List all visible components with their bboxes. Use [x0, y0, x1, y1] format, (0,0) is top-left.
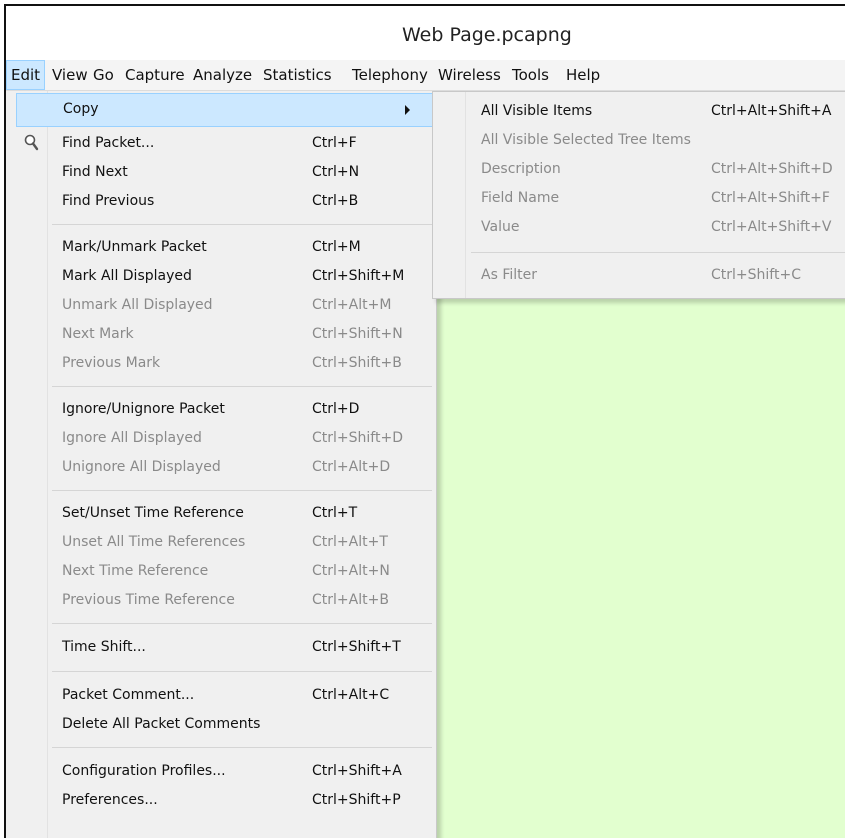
menu-item-shortcut: Ctrl+Shift+M [312, 268, 405, 284]
menu-separator [52, 623, 432, 624]
wireshark-window: Web Page.pcapng Edit View Go Capture Ana… [4, 4, 845, 838]
menu-separator [52, 224, 432, 225]
menu-item-shortcut: Ctrl+Alt+N [312, 563, 390, 579]
menu-bar: Edit View Go Capture Analyze Statistics … [6, 60, 845, 91]
menu-item-label: Mark/Unmark Packet [62, 239, 207, 255]
menu-analyze[interactable]: Analyze [189, 60, 256, 90]
menu-item-label: Previous Time Reference [62, 592, 235, 608]
menu-item-shortcut: Ctrl+B [312, 193, 359, 209]
menu-item-shortcut: Ctrl+D [312, 401, 360, 417]
menu-item-shortcut: Ctrl+Shift+A [312, 763, 402, 779]
submenu-item-label: Field Name [481, 190, 560, 206]
menu-separator [52, 671, 432, 672]
menu-item-label: Preferences... [62, 792, 158, 808]
menu-item-shortcut: Ctrl+F [312, 135, 357, 151]
menu-item-label: Next Time Reference [62, 563, 209, 579]
submenu-item-shortcut: Ctrl+Alt+Shift+F [711, 190, 830, 206]
submenu-item-label: All Visible Selected Tree Items [481, 132, 691, 148]
submenu-item-label: Value [481, 219, 520, 235]
copy-submenu: All Visible Items Ctrl+Alt+Shift+A All V… [432, 91, 845, 299]
menu-item-delete-all-packet-comments[interactable]: Delete All Packet Comments [6, 708, 436, 742]
menu-item-label: Next Mark [62, 326, 134, 342]
menu-edit[interactable]: Edit [6, 60, 46, 90]
title-bar: Web Page.pcapng [6, 6, 845, 60]
menu-item-label: Unignore All Displayed [62, 459, 221, 475]
menu-item-time-shift[interactable]: Time Shift... Ctrl+Shift+T [6, 631, 436, 665]
menu-item-shortcut: Ctrl+T [312, 505, 358, 521]
submenu-item-shortcut: Ctrl+Alt+Shift+D [711, 161, 833, 177]
menu-view[interactable]: View [48, 60, 92, 90]
menu-separator [52, 747, 432, 748]
menu-item-shortcut: Ctrl+Alt+M [312, 297, 392, 313]
menu-telephony[interactable]: Telephony [348, 60, 432, 90]
menu-item-label: Mark All Displayed [62, 268, 192, 284]
menu-statistics[interactable]: Statistics [259, 60, 336, 90]
menu-item-label: Unmark All Displayed [62, 297, 213, 313]
menu-item-label: Configuration Profiles... [62, 763, 226, 779]
menu-separator [52, 386, 432, 387]
menu-item-shortcut: Ctrl+Alt+C [312, 687, 390, 703]
menu-capture[interactable]: Capture [121, 60, 189, 90]
menu-item-shortcut: Ctrl+Alt+D [312, 459, 391, 475]
submenu-item-label: As Filter [481, 267, 537, 283]
menu-item-shortcut: Ctrl+Shift+T [312, 639, 401, 655]
menu-item-find-previous[interactable]: Find Previous Ctrl+B [6, 185, 436, 219]
menu-item-shortcut: Ctrl+Shift+P [312, 792, 401, 808]
menu-item-unignore-all-displayed[interactable]: Unignore All Displayed Ctrl+Alt+D [6, 451, 436, 485]
menu-item-previous-mark[interactable]: Previous Mark Ctrl+Shift+B [6, 347, 436, 381]
menu-item-label: Time Shift... [62, 639, 146, 655]
menu-separator [52, 490, 432, 491]
menu-item-label: Find Next [62, 164, 128, 180]
menu-item-label: Find Packet... [62, 135, 155, 151]
menu-item-label: Delete All Packet Comments [62, 716, 261, 732]
menu-item-label: Ignore/Unignore Packet [62, 401, 225, 417]
menu-go[interactable]: Go [89, 60, 118, 90]
menu-item-label: Previous Mark [62, 355, 161, 371]
menu-wireless[interactable]: Wireless [434, 60, 505, 90]
window-title: Web Page.pcapng [402, 24, 572, 46]
submenu-item-shortcut: Ctrl+Shift+C [711, 267, 801, 283]
submenu-item-label: Description [481, 161, 561, 177]
menu-item-label: Set/Unset Time Reference [62, 505, 244, 521]
submenu-item-shortcut: Ctrl+Alt+Shift+A [711, 103, 832, 119]
menu-item-shortcut: Ctrl+Alt+T [312, 534, 388, 550]
submenu-separator [471, 252, 845, 253]
menu-item-label: Packet Comment... [62, 687, 195, 703]
menu-item-shortcut: Ctrl+Alt+B [312, 592, 389, 608]
menu-item-shortcut: Ctrl+Shift+N [312, 326, 403, 342]
menu-item-label: Copy [63, 101, 99, 117]
menu-item-shortcut: Ctrl+M [312, 239, 361, 255]
menu-item-preferences[interactable]: Preferences... Ctrl+Shift+P [6, 784, 436, 818]
menu-tools[interactable]: Tools [508, 60, 553, 90]
menu-item-label: Find Previous [62, 193, 155, 209]
edit-menu: Copy Find Packet... Ctrl+F Find Next Ctr… [6, 91, 437, 838]
menu-item-label: Ignore All Displayed [62, 430, 202, 446]
menu-item-copy[interactable]: Copy [16, 93, 436, 127]
menu-item-shortcut: Ctrl+Shift+B [312, 355, 402, 371]
menu-item-label: Unset All Time References [62, 534, 246, 550]
submenu-item-label: All Visible Items [481, 103, 593, 119]
menu-item-shortcut: Ctrl+N [312, 164, 360, 180]
submenu-item-value[interactable]: Value Ctrl+Alt+Shift+V [433, 211, 845, 245]
magnifier-icon [22, 133, 42, 153]
screen: Web Page.pcapng Edit View Go Capture Ana… [0, 0, 845, 838]
submenu-item-shortcut: Ctrl+Alt+Shift+V [711, 219, 832, 235]
menu-item-previous-time-reference[interactable]: Previous Time Reference Ctrl+Alt+B [6, 584, 436, 618]
submenu-item-as-filter[interactable]: As Filter Ctrl+Shift+C [433, 259, 845, 293]
submenu-arrow-icon [405, 105, 410, 115]
menu-help[interactable]: Help [562, 60, 604, 90]
menu-item-shortcut: Ctrl+Shift+D [312, 430, 403, 446]
